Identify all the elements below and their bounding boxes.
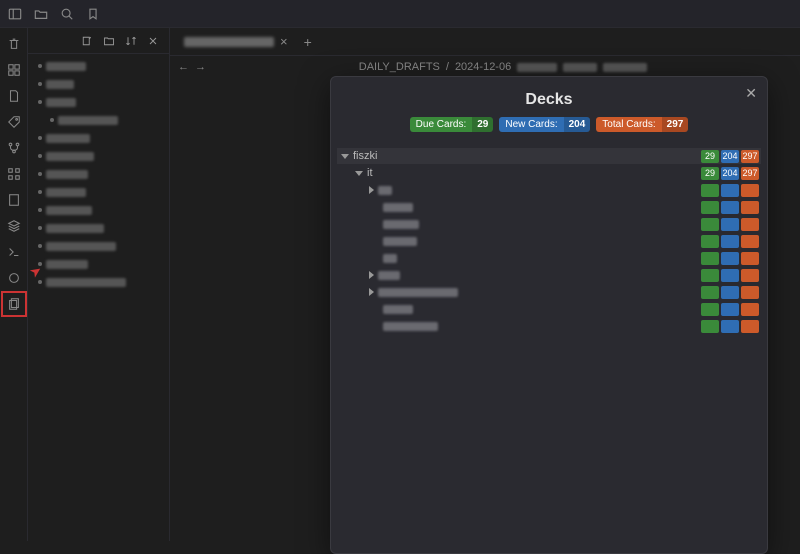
decks-modal: Decks ✕ Due Cards:29 New Cards:204 Total C… [330, 76, 768, 554]
search-icon[interactable] [58, 5, 76, 23]
tab-active[interactable]: × [176, 28, 296, 55]
breadcrumb-bar: ← → DAILY_DRAFTS / 2024-12-06 [170, 56, 800, 78]
doc-icon[interactable] [4, 86, 24, 106]
deck-row[interactable] [337, 199, 761, 215]
titlebar [0, 0, 800, 28]
collapse-icon[interactable] [145, 33, 161, 49]
deck-icon[interactable] [4, 294, 24, 314]
nav-back-icon[interactable]: ← [178, 61, 189, 73]
deck-row[interactable] [337, 216, 761, 232]
trash-icon[interactable] [4, 34, 24, 54]
summary-pill: Due Cards:29 [410, 117, 494, 132]
file-tree [28, 54, 169, 541]
file-tree-item[interactable] [32, 130, 165, 146]
file-tree-item[interactable] [32, 94, 165, 110]
branch-icon[interactable] [4, 138, 24, 158]
tab-add-icon[interactable]: + [296, 34, 320, 50]
deck-row[interactable] [337, 284, 761, 300]
deck-tree: fiszki29204297it29204297 [331, 142, 767, 553]
sidebar-toolbar [28, 28, 169, 54]
summary-pill: Total Cards:297 [596, 117, 688, 132]
tab-close-icon[interactable]: × [280, 34, 288, 49]
apps-icon[interactable] [4, 164, 24, 184]
editor-area: × + ← → DAILY_DRAFTS / 2024-12-06 ➤ Deck… [170, 28, 800, 541]
circle-icon[interactable] [4, 268, 24, 288]
tab-bar: × + [170, 28, 800, 56]
terminal-icon[interactable] [4, 242, 24, 262]
deck-row[interactable] [337, 301, 761, 317]
pill-row: Due Cards:29 New Cards:204 Total Cards:297 [331, 117, 767, 132]
modal-title: Decks [331, 91, 767, 109]
stack-icon[interactable] [4, 216, 24, 236]
tab-label [184, 37, 274, 47]
file-tree-item[interactable] [32, 202, 165, 218]
file-tree-item[interactable] [32, 220, 165, 236]
nav-forward-icon[interactable]: → [195, 61, 206, 73]
activity-bar [0, 28, 28, 541]
file-tree-item[interactable] [32, 148, 165, 164]
close-icon[interactable]: ✕ [745, 85, 757, 102]
file-tree-item[interactable] [32, 58, 165, 74]
breadcrumb-seg[interactable]: 2024-12-06 [455, 61, 511, 73]
bookmark-icon[interactable] [84, 5, 102, 23]
file-tree-item[interactable] [32, 112, 165, 128]
deck-row[interactable] [337, 250, 761, 266]
panels-icon[interactable] [6, 5, 24, 23]
file-tree-item[interactable] [32, 238, 165, 254]
deck-row[interactable] [337, 267, 761, 283]
file-tree-item[interactable] [32, 184, 165, 200]
file-tree-item[interactable] [32, 256, 165, 272]
sort-icon[interactable] [123, 33, 139, 49]
deck-row[interactable] [337, 182, 761, 198]
sidebar [28, 28, 170, 541]
deck-row[interactable] [337, 318, 761, 334]
summary-pill: New Cards:204 [499, 117, 590, 132]
file-tree-item[interactable] [32, 76, 165, 92]
grid-icon[interactable] [4, 60, 24, 80]
new-folder-icon[interactable] [101, 33, 117, 49]
file-tree-item[interactable] [32, 274, 165, 290]
page-icon[interactable] [4, 190, 24, 210]
deck-row[interactable]: fiszki29204297 [337, 148, 761, 164]
file-tree-item[interactable] [32, 166, 165, 182]
breadcrumb-seg[interactable]: DAILY_DRAFTS [359, 61, 440, 73]
tag-icon[interactable] [4, 112, 24, 132]
new-note-icon[interactable] [79, 33, 95, 49]
deck-row[interactable] [337, 233, 761, 249]
folder-icon[interactable] [32, 5, 50, 23]
deck-row[interactable]: it29204297 [337, 165, 761, 181]
